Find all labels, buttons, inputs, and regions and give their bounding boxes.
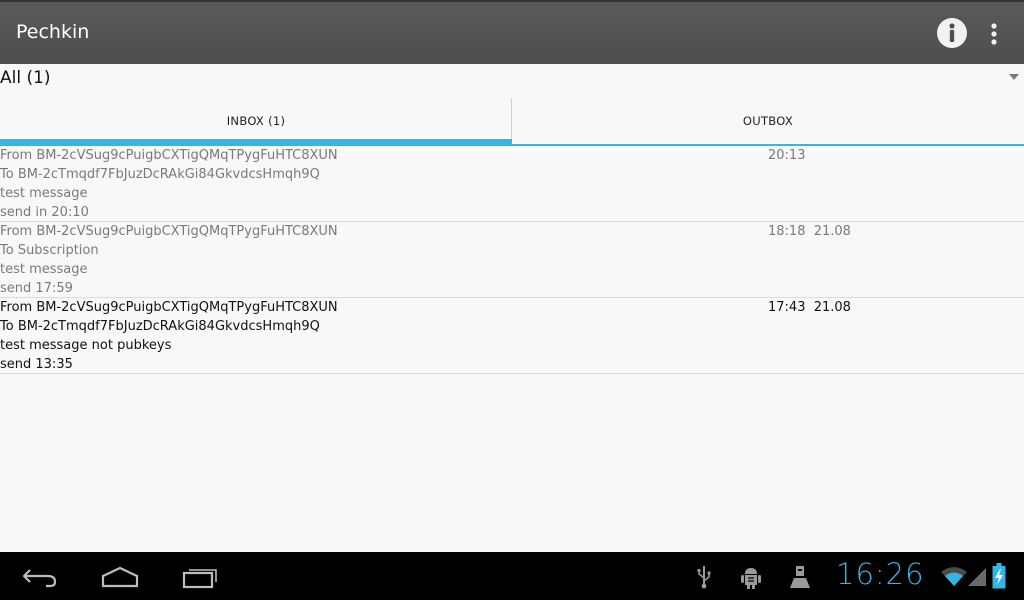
- tab-outbox[interactable]: OUTBOX: [512, 96, 1024, 146]
- recent-apps-icon[interactable]: [180, 562, 220, 590]
- status-clock: 16:26: [836, 557, 925, 591]
- filter-selected-value: All (1): [0, 68, 51, 88]
- message-to: To Subscription: [0, 243, 99, 258]
- app-screen: Pechkin All (1) INBOX (1) OUTBOX From BM…: [0, 0, 1024, 600]
- message-from: From BM-2cVSug9cPuigbCXTigQMqTPygFuHTC8X…: [0, 300, 338, 315]
- filter-spinner[interactable]: All (1): [0, 64, 1024, 96]
- message-item[interactable]: From BM-2cVSug9cPuigbCXTigQMqTPygFuHTC8X…: [0, 298, 1024, 374]
- tab-inbox-label: INBOX (1): [226, 114, 286, 128]
- message-status: send in 20:10: [0, 205, 89, 220]
- info-icon[interactable]: [936, 17, 968, 49]
- message-time: 17:43 21.08: [768, 300, 851, 315]
- message-subject: test message: [0, 262, 88, 277]
- dropdown-arrow-icon: [1009, 74, 1019, 80]
- back-icon[interactable]: [20, 562, 60, 590]
- message-item[interactable]: From BM-2cVSug9cPuigbCXTigQMqTPygFuHTC8X…: [0, 146, 1024, 222]
- android-debug-icon: [741, 568, 761, 589]
- system-bar: 16:26: [0, 552, 1024, 600]
- message-from: From BM-2cVSug9cPuigbCXTigQMqTPygFuHTC8X…: [0, 224, 338, 239]
- tab-bar: INBOX (1) OUTBOX: [0, 96, 1024, 146]
- tab-selected-indicator: [0, 139, 512, 145]
- signal-icon: [968, 568, 986, 586]
- message-time: 18:18 21.08: [768, 224, 851, 239]
- home-icon[interactable]: [100, 562, 140, 590]
- wifi-icon: [941, 567, 967, 586]
- notification-icon: [790, 566, 810, 588]
- message-time: 20:13: [768, 148, 806, 163]
- message-status: send 13:35: [0, 357, 73, 372]
- message-list: From BM-2cVSug9cPuigbCXTigQMqTPygFuHTC8X…: [0, 146, 1024, 374]
- battery-charging-icon: [992, 563, 1006, 589]
- tab-outbox-label: OUTBOX: [742, 114, 794, 128]
- message-from: From BM-2cVSug9cPuigbCXTigQMqTPygFuHTC8X…: [0, 148, 338, 163]
- app-title: Pechkin: [16, 21, 90, 43]
- message-status: send 17:59: [0, 281, 73, 296]
- usb-icon: [697, 566, 711, 589]
- message-item[interactable]: From BM-2cVSug9cPuigbCXTigQMqTPygFuHTC8X…: [0, 222, 1024, 298]
- overflow-menu-icon[interactable]: [982, 16, 1006, 52]
- message-to: To BM-2cTmqdf7FbJuzDcRAkGi84GkvdcsHmqh9Q: [0, 167, 320, 182]
- message-subject: test message not pubkeys: [0, 338, 172, 353]
- message-to: To BM-2cTmqdf7FbJuzDcRAkGi84GkvdcsHmqh9Q: [0, 319, 320, 334]
- message-subject: test message: [0, 186, 88, 201]
- action-bar: Pechkin: [0, 0, 1024, 64]
